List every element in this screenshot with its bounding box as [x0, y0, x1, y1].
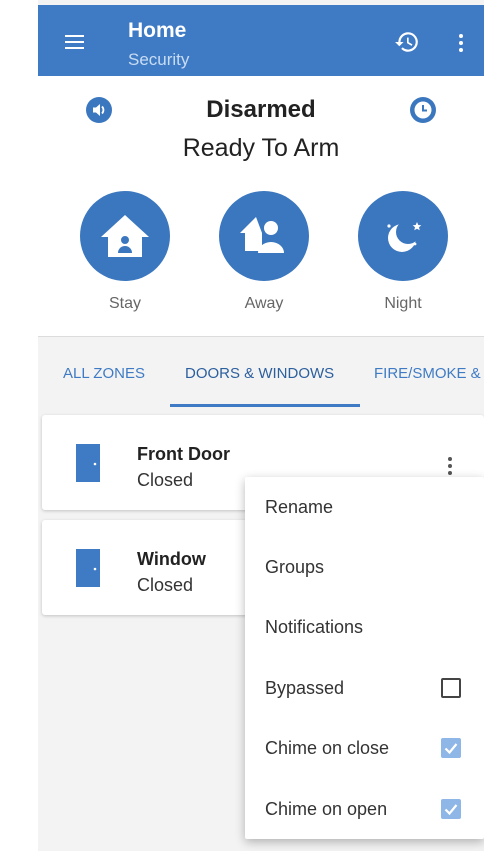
menu-item-label: Groups — [265, 557, 325, 577]
arm-night-label: Night — [384, 295, 422, 312]
overflow-menu-icon[interactable] — [450, 29, 472, 57]
chime-on-open-checkbox[interactable] — [441, 799, 461, 819]
zone-name: Window — [137, 549, 206, 569]
menu-item-label: Rename — [265, 497, 334, 517]
moon-star-icon — [358, 191, 448, 281]
menu-item-chime-on-close[interactable]: Chime on close — [245, 718, 484, 778]
arm-status-subtitle: Ready To Arm — [182, 134, 340, 162]
hamburger-menu-icon[interactable] — [56, 27, 92, 57]
app-bar: Home Security — [38, 5, 484, 76]
tab-all-zones[interactable]: ALL ZONES — [63, 365, 145, 382]
checkmark-icon — [444, 804, 458, 816]
security-status-panel: Disarmed Ready To Arm Stay Away Night — [38, 76, 484, 336]
menu-item-chime-on-open[interactable]: Chime on open — [245, 779, 484, 839]
app-title: Home — [128, 19, 187, 42]
history-icon[interactable] — [394, 29, 420, 55]
zone-status: Closed — [137, 470, 194, 490]
arm-stay-button[interactable]: Stay — [80, 191, 170, 313]
app-screen: Home Security Disarmed Ready To Arm Stay… — [38, 0, 484, 851]
zone-name: Front Door — [137, 444, 230, 464]
house-icon — [80, 191, 170, 281]
menu-item-rename[interactable]: Rename — [245, 477, 484, 537]
arm-away-button[interactable]: Away — [219, 191, 309, 313]
menu-item-label: Bypassed — [265, 678, 345, 698]
menu-item-notifications[interactable]: Notifications — [245, 597, 484, 657]
app-subtitle: Security — [128, 50, 190, 69]
people-icon — [219, 191, 309, 281]
door-icon — [76, 549, 100, 587]
door-icon — [76, 444, 100, 482]
chime-on-close-checkbox[interactable] — [441, 738, 461, 758]
tab-doors-windows[interactable]: DOORS & WINDOWS — [185, 365, 334, 382]
zone-status: Closed — [137, 575, 194, 595]
arm-away-label: Away — [244, 295, 284, 312]
active-tab-indicator — [170, 404, 360, 407]
arm-stay-label: Stay — [108, 295, 141, 312]
menu-item-label: Chime on close — [265, 738, 390, 758]
checkmark-icon — [444, 743, 458, 755]
arm-night-button[interactable]: Night — [358, 191, 448, 313]
bypassed-checkbox[interactable] — [441, 678, 461, 698]
clock-icon[interactable] — [410, 97, 436, 123]
zone-context-menu: Rename Groups Notifications Bypassed Chi… — [245, 477, 484, 839]
menu-item-groups[interactable]: Groups — [245, 537, 484, 597]
menu-item-label: Chime on open — [265, 799, 388, 819]
zone-more-icon[interactable] — [442, 453, 458, 479]
menu-item-bypassed[interactable]: Bypassed — [245, 658, 484, 718]
menu-item-label: Notifications — [265, 617, 364, 637]
zone-tabs: ALL ZONES DOORS & WINDOWS FIRE/SMOKE & — [38, 337, 484, 409]
tab-fire-smoke[interactable]: FIRE/SMOKE & — [374, 365, 481, 382]
